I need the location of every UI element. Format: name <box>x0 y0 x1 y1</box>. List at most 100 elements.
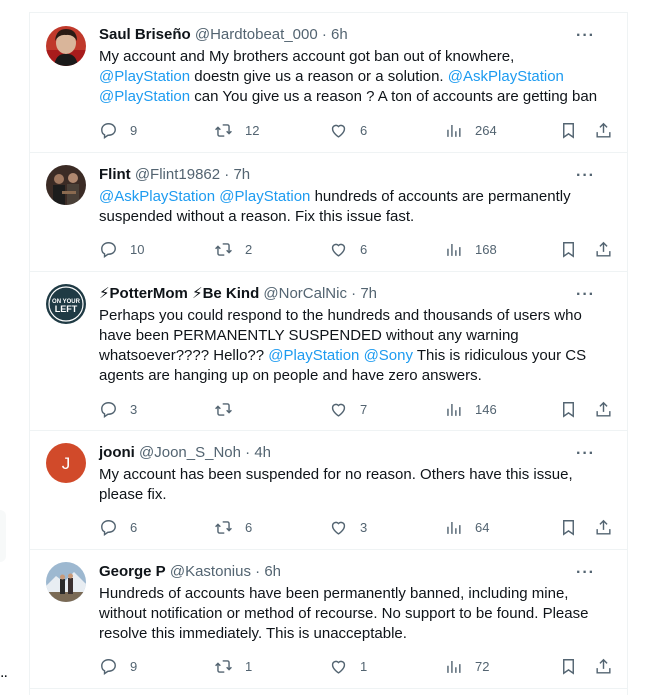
bookmark-button[interactable] <box>559 517 578 537</box>
reply-button[interactable]: 9 <box>99 120 137 140</box>
reply-button[interactable]: 3 <box>99 399 137 419</box>
display-name[interactable]: Flint <box>99 166 131 183</box>
reply-count: 9 <box>130 122 138 138</box>
bookmark-button[interactable] <box>559 120 578 140</box>
like-button[interactable]: 6 <box>329 120 367 140</box>
mention-link[interactable]: @PlayStation <box>268 347 359 364</box>
tweet[interactable]: ON YOUR LEFT ⚡PotterMom ⚡Be Kind @NorCal… <box>30 272 627 431</box>
timestamp[interactable]: 7h <box>360 285 377 302</box>
retweet-button[interactable] <box>214 399 245 419</box>
views-button[interactable]: 64 <box>444 517 489 537</box>
timestamp[interactable]: 6h <box>331 26 348 43</box>
like-button[interactable]: 7 <box>329 399 367 419</box>
display-name[interactable]: jooni <box>99 444 135 461</box>
mention-link[interactable]: @PlayStation <box>99 68 190 85</box>
separator: · <box>351 285 357 302</box>
reply-button[interactable]: 9 <box>99 656 137 676</box>
avatar[interactable]: ON YOUR LEFT <box>46 284 86 324</box>
share-icon <box>596 122 611 138</box>
handle[interactable]: @Flint19862 <box>135 166 220 183</box>
share-icon <box>596 401 611 417</box>
like-button[interactable]: 3 <box>329 517 367 537</box>
views-button[interactable]: 72 <box>444 656 489 676</box>
more-options-icon[interactable]: ··· <box>576 168 595 184</box>
retweet-icon <box>215 402 232 416</box>
retweet-count: 6 <box>245 519 253 535</box>
handle[interactable]: @NorCalNic <box>263 285 347 302</box>
tweet[interactable]: J jooni @Joon_S_Noh · 4h ··· My account … <box>30 431 627 550</box>
timestamp[interactable]: 6h <box>264 563 281 580</box>
reply-icon <box>101 241 116 258</box>
tweet[interactable]: Flint @Flint19862 · 7h ··· @AskPlayStati… <box>30 153 627 272</box>
share-button[interactable] <box>594 656 613 676</box>
display-name[interactable]: ⚡PotterMom ⚡Be Kind <box>99 285 259 302</box>
avatar-badge-line-2: LEFT <box>55 304 78 314</box>
avatar[interactable] <box>46 26 86 66</box>
reply-icon <box>101 122 116 139</box>
overflow-dots: .. <box>0 664 8 681</box>
reply-count: 6 <box>130 519 138 535</box>
handle[interactable]: @Kastonius <box>170 563 251 580</box>
reply-button[interactable]: 10 <box>99 239 144 259</box>
avatar[interactable] <box>46 165 86 205</box>
tweet-header: Saul Briseño @Hardtobeat_000 · 6h ··· <box>99 25 611 45</box>
reply-count: 10 <box>130 241 145 257</box>
tweet-header: jooni @Joon_S_Noh · 4h ··· <box>99 443 611 463</box>
retweet-count: 2 <box>245 241 253 257</box>
views-button[interactable]: 264 <box>444 120 497 140</box>
bookmark-button[interactable] <box>559 399 578 419</box>
tweet-text-segment: doestn give us a reason or a solution. <box>190 68 448 85</box>
retweet-button[interactable]: 2 <box>214 239 252 259</box>
more-options-icon[interactable]: ··· <box>576 565 595 581</box>
tweet-text-segment: can You give us a reason ? A ton of acco… <box>190 88 598 105</box>
views-button[interactable]: 146 <box>444 399 497 419</box>
retweet-button[interactable]: 1 <box>214 656 252 676</box>
view-count: 64 <box>475 519 490 535</box>
avatar[interactable] <box>46 562 86 602</box>
display-name[interactable]: George P <box>99 563 166 580</box>
share-button[interactable] <box>594 517 613 537</box>
tweet-text: My account and My brothers account got b… <box>99 47 609 107</box>
bookmark-button[interactable] <box>559 239 578 259</box>
handle[interactable]: @Hardtobeat_000 <box>195 26 318 43</box>
timestamp[interactable]: 4h <box>254 444 271 461</box>
tweet[interactable]: George P @Kastonius · 6h ··· Hundreds of… <box>30 550 627 689</box>
share-button[interactable] <box>594 120 613 140</box>
retweet-icon <box>215 123 232 137</box>
tweet[interactable]: Saul Briseño @Hardtobeat_000 · 6h ··· My… <box>30 12 627 153</box>
tweet-text-segment: Hundreds of accounts have been permanent… <box>99 585 589 642</box>
mention-link[interactable]: @Sony <box>364 347 413 364</box>
mention-link[interactable]: @PlayStation <box>99 88 190 105</box>
tweet-text-segment: My account has been suspended for no rea… <box>99 466 573 503</box>
mention-link[interactable]: @AskPlayStation <box>99 188 215 205</box>
share-button[interactable] <box>594 239 613 259</box>
avatar-photo <box>46 165 86 205</box>
more-options-icon[interactable]: ··· <box>576 446 595 462</box>
more-options-icon[interactable]: ··· <box>576 287 595 303</box>
reply-icon <box>101 519 116 536</box>
retweet-count: 12 <box>245 122 260 138</box>
bookmark-button[interactable] <box>559 656 578 676</box>
handle[interactable]: @Joon_S_Noh <box>139 444 241 461</box>
separator: · <box>224 166 230 183</box>
timestamp[interactable]: 7h <box>233 166 250 183</box>
background-panel-edge <box>0 510 6 562</box>
tweet-header: George P @Kastonius · 6h ··· <box>99 562 611 582</box>
views-button[interactable]: 168 <box>444 239 497 259</box>
display-name[interactable]: Saul Briseño <box>99 26 191 43</box>
more-options-icon[interactable]: ··· <box>576 28 595 44</box>
retweet-button[interactable]: 12 <box>214 120 259 140</box>
share-icon <box>596 519 611 535</box>
like-button[interactable]: 1 <box>329 656 367 676</box>
reply-button[interactable]: 6 <box>99 517 137 537</box>
mention-link[interactable]: @AskPlayStation <box>448 68 564 85</box>
share-button[interactable] <box>594 399 613 419</box>
mention-link[interactable]: @PlayStation <box>219 188 310 205</box>
heart-icon <box>331 403 346 417</box>
like-button[interactable]: 6 <box>329 239 367 259</box>
like-count: 3 <box>360 519 368 535</box>
view-count: 168 <box>475 241 497 257</box>
tweet-text-segment: My account and My brothers account got b… <box>99 48 515 65</box>
retweet-button[interactable]: 6 <box>214 517 252 537</box>
avatar[interactable]: J <box>46 443 86 483</box>
